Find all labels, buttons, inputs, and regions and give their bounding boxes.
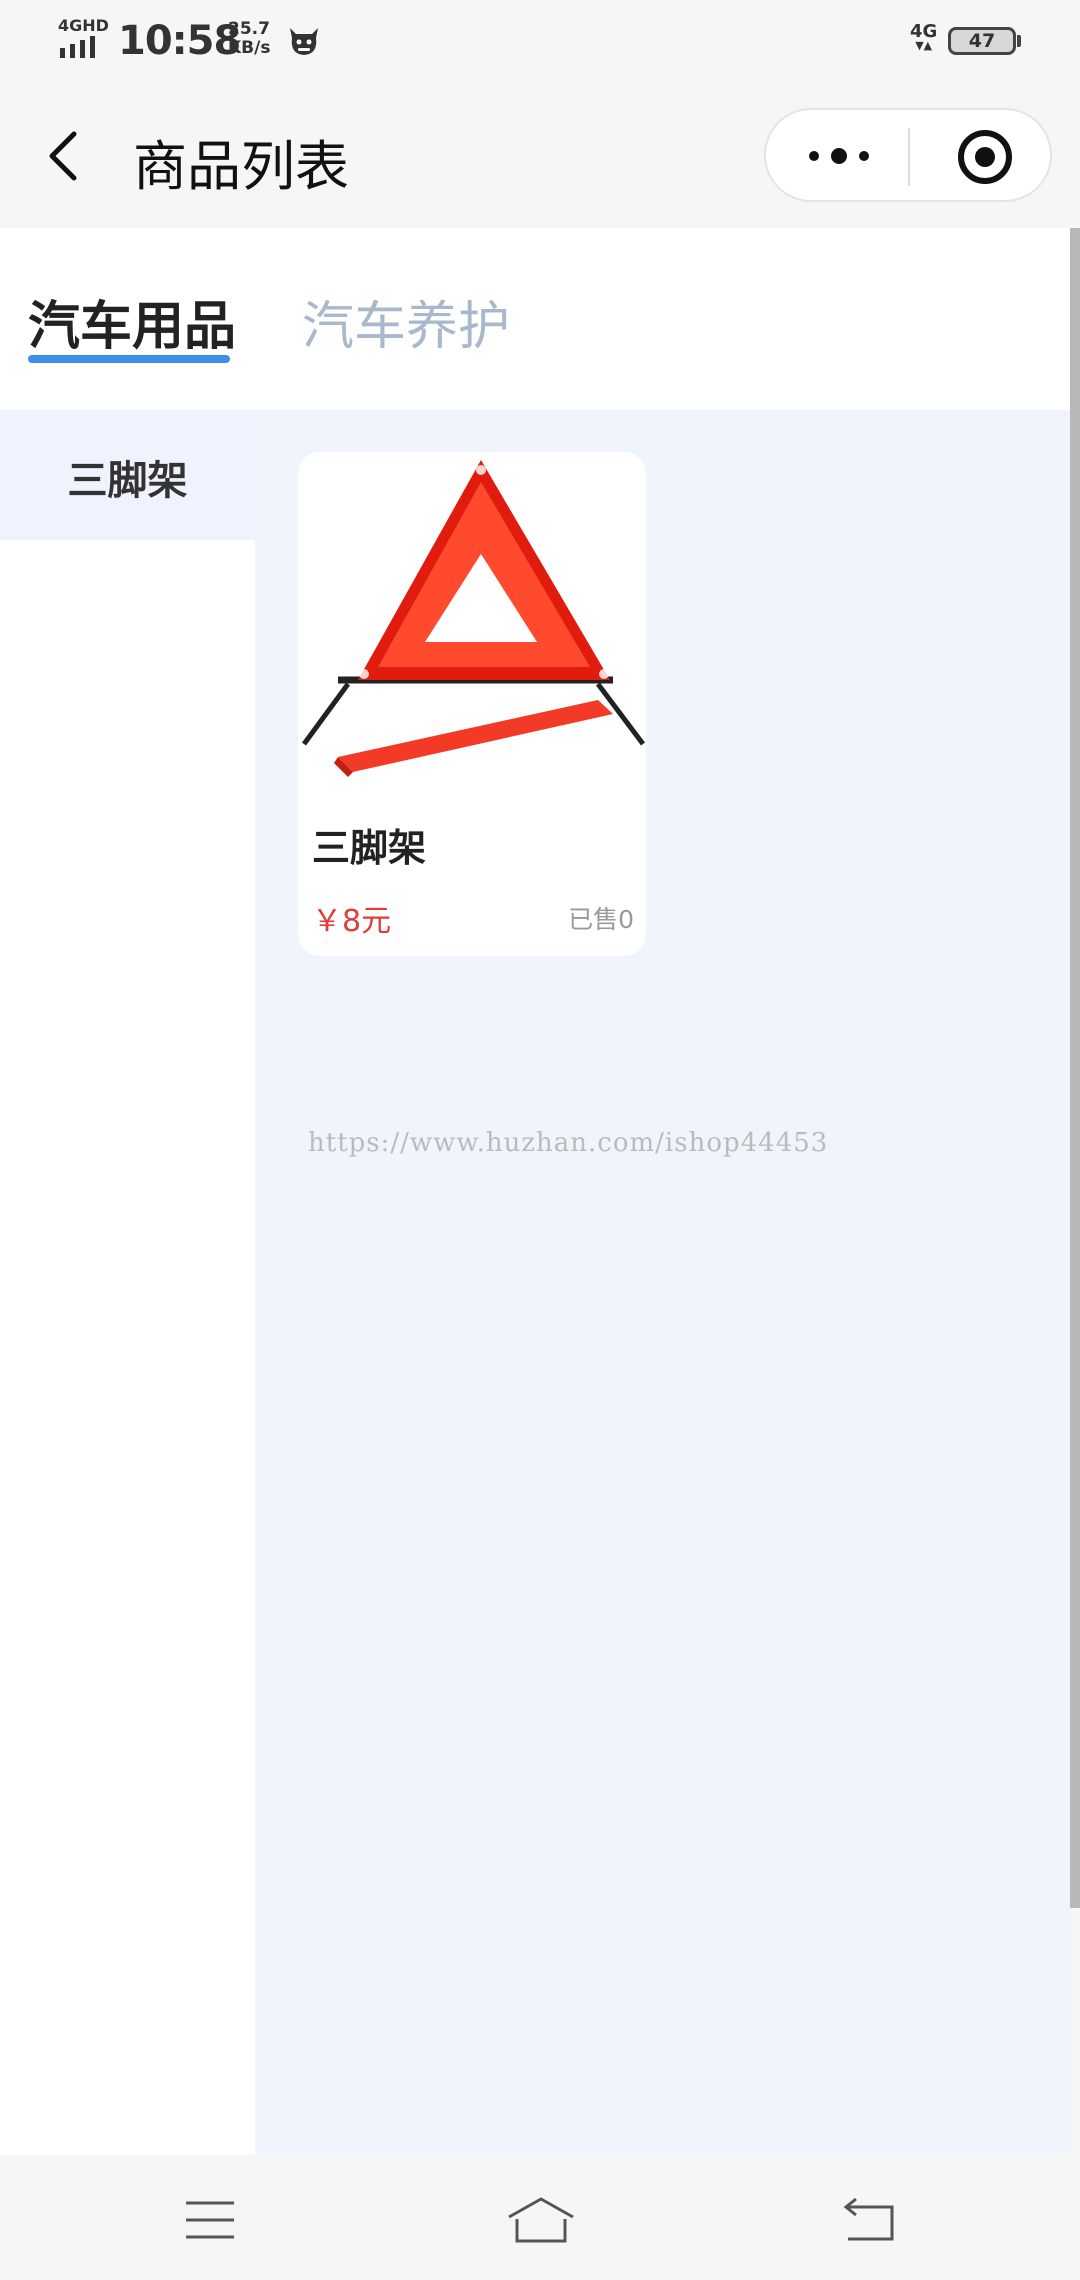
menu-icon[interactable] (180, 2195, 240, 2245)
more-dots-icon[interactable] (804, 136, 874, 176)
page-title: 商品列表 (133, 135, 349, 198)
home-icon[interactable] (505, 2195, 577, 2245)
network-right-icon: 4G ▼▲ (910, 21, 938, 52)
network-speed: 25.7 KB/s (228, 20, 270, 58)
mascot-icon (290, 28, 318, 55)
nav-bar: 商品列表 (0, 84, 1080, 228)
capsule-divider (908, 128, 910, 186)
network-speed-value: 25.7 (228, 19, 270, 39)
signal-icon (60, 36, 95, 58)
chevron-left-icon[interactable] (40, 126, 90, 186)
product-card[interactable]: 三脚架 ￥8元 已售0 (298, 452, 646, 956)
tab-car-supplies[interactable]: 汽车用品 (28, 284, 236, 359)
battery-tip (1017, 35, 1021, 47)
network-speed-unit: KB/s (228, 38, 271, 58)
mini-program-capsule (764, 108, 1052, 202)
back-nav-icon[interactable] (840, 2195, 900, 2245)
category-tabs: 汽车用品 汽车养护 (0, 228, 1070, 410)
sidebar-item-tripod[interactable]: 三脚架 (0, 410, 255, 540)
product-list: 三脚架 ￥8元 已售0 https://www.huzhan.com/ishop… (255, 410, 1070, 2155)
scrollbar[interactable] (1070, 228, 1080, 1908)
status-bar: 4GHD 10:58 25.7 KB/s 4G ▼▲ 47 (0, 0, 1080, 84)
battery-icon: 47 (948, 27, 1016, 55)
warning-triangle-image (298, 452, 646, 797)
subcategory-sidebar: 三脚架 (0, 410, 255, 2155)
sidebar-item-label: 三脚架 (67, 458, 188, 504)
network-right-label: 4G (910, 21, 938, 42)
tab-car-maintenance[interactable]: 汽车养护 (302, 284, 510, 359)
clock: 10:58 (118, 18, 241, 64)
product-sold-count: 已售0 (568, 905, 634, 934)
active-tab-indicator (28, 355, 230, 363)
product-price: ￥8元 (312, 904, 392, 939)
system-nav-bar (0, 2155, 1080, 2280)
target-icon[interactable] (956, 128, 1014, 186)
watermark: https://www.huzhan.com/ishop44453 (308, 1128, 829, 1158)
product-name: 三脚架 (312, 826, 427, 870)
